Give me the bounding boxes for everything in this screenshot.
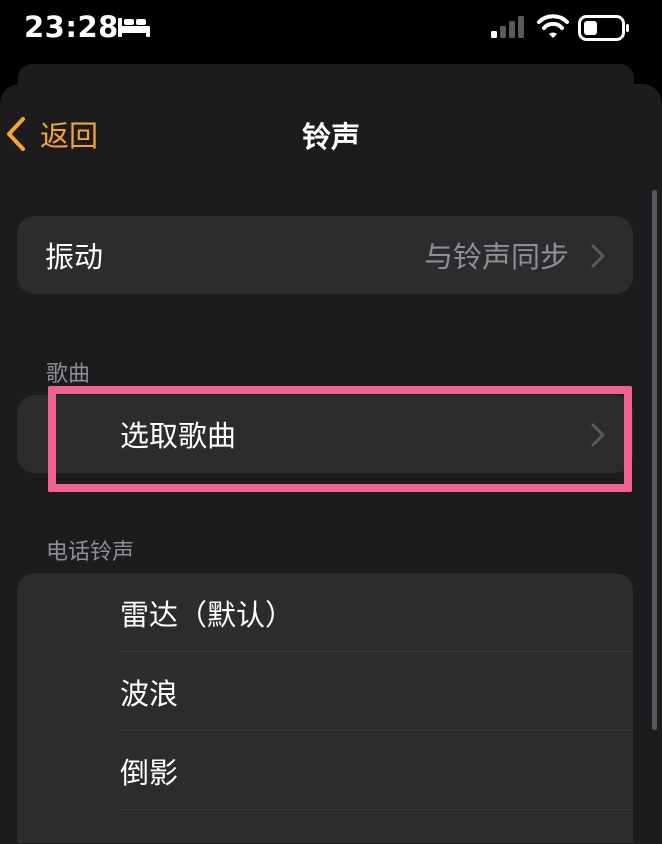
battery-icon (578, 15, 629, 41)
scrollbar[interactable] (652, 190, 657, 730)
status-bar: 23:28 (0, 0, 662, 62)
divider (120, 809, 633, 810)
chevron-right-icon (591, 423, 605, 447)
pick-song-label: 选取歌曲 (120, 419, 237, 453)
ringtone-label: 波浪 (120, 676, 179, 711)
ringtone-item[interactable]: 雷达（默认） (17, 573, 633, 652)
ringtone-item[interactable]: 波浪 (17, 652, 633, 731)
ringtones-section-header: 电话铃声 (46, 540, 135, 565)
vibration-card: 振动 与铃声同步 (17, 216, 633, 294)
ringtone-label: 倒影 (120, 755, 179, 790)
ringtone-item[interactable]: 倒影 (17, 731, 633, 810)
chevron-right-icon (591, 244, 605, 268)
bed-icon (118, 18, 150, 37)
page-title: 铃声 (301, 120, 360, 154)
status-time: 23:28 (24, 10, 119, 44)
signal-icon (491, 16, 524, 38)
songs-card: 选取歌曲 (17, 395, 633, 473)
ringtones-card: 雷达（默认） 波浪 倒影 (17, 573, 633, 843)
wifi-icon (537, 14, 569, 38)
vibration-label: 振动 (45, 240, 104, 274)
pick-song-row[interactable]: 选取歌曲 (17, 395, 633, 473)
vibration-value: 与铃声同步 (423, 240, 569, 274)
ringtone-label: 雷达（默认） (120, 597, 295, 632)
vibration-row[interactable]: 振动 与铃声同步 (17, 216, 633, 294)
songs-section-header: 歌曲 (46, 362, 91, 387)
